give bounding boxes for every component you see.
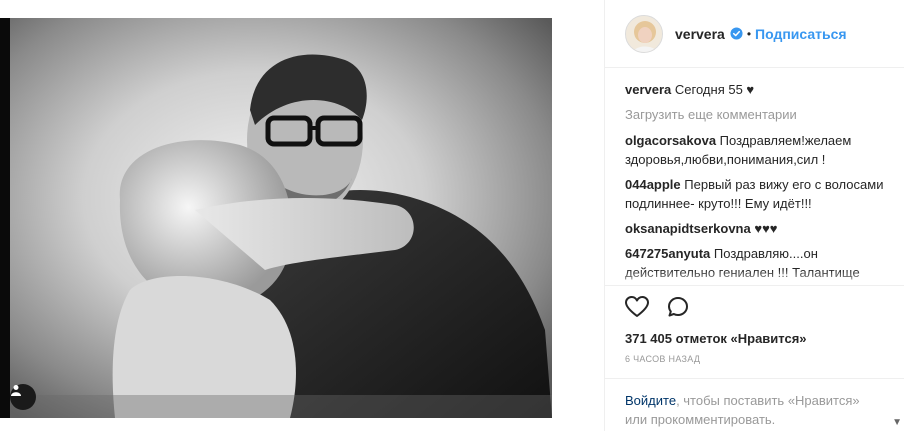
user-tag-icon — [11, 385, 21, 396]
comments-list: ververa Сегодня 55 ♥ Загрузить еще комме… — [625, 80, 890, 288]
comment-username[interactable]: 044apple — [625, 177, 681, 192]
avatar-image — [626, 15, 662, 52]
post-timestamp[interactable]: 6 часов назад — [625, 354, 700, 364]
post-header: ververa • Подписаться — [605, 0, 904, 68]
comment-username[interactable]: 647275anyuta — [625, 246, 710, 261]
post-side-panel: ververa • Подписаться ververa Сегодня 55… — [604, 0, 904, 431]
post-actions: 371 405 отметок «Нравится» 6 часов назад… — [605, 285, 904, 431]
comment-item: oksanapidtserkovna ♥♥♥ — [625, 219, 890, 238]
comment-item: olgacorsakova Поздравляем!желаем здоровь… — [625, 131, 890, 169]
caption-text: Сегодня 55 ♥ — [674, 82, 755, 97]
scroll-down-arrow-icon[interactable]: ▼ — [892, 417, 902, 428]
follow-button[interactable]: Подписаться — [755, 26, 847, 42]
load-more-comments-button[interactable]: Загрузить еще комментарии — [625, 105, 890, 124]
likes-count[interactable]: 371 405 отметок «Нравится» — [625, 331, 807, 346]
photo-image — [0, 0, 604, 431]
comment-item: 044apple Первый раз вижу его с волосами … — [625, 175, 890, 213]
post-photo[interactable] — [0, 0, 604, 431]
action-icons — [625, 296, 689, 318]
login-link[interactable]: Войдите — [625, 393, 676, 408]
comment-icon[interactable] — [667, 296, 689, 318]
user-tag-button[interactable] — [10, 384, 36, 410]
header-separator: • — [746, 26, 752, 41]
comment-text: ♥♥♥ — [754, 221, 778, 236]
header-username[interactable]: ververa — [675, 26, 725, 42]
comment-username[interactable]: oksanapidtserkovna — [625, 221, 751, 236]
caption-username[interactable]: ververa — [625, 82, 671, 97]
caption: ververa Сегодня 55 ♥ — [625, 80, 890, 99]
heart-icon[interactable] — [625, 296, 649, 318]
login-prompt: Войдите, чтобы поставить «Нравится» или … — [605, 378, 904, 429]
verified-badge-icon — [730, 27, 743, 40]
avatar[interactable] — [625, 14, 663, 53]
comment-username[interactable]: olgacorsakova — [625, 133, 716, 148]
